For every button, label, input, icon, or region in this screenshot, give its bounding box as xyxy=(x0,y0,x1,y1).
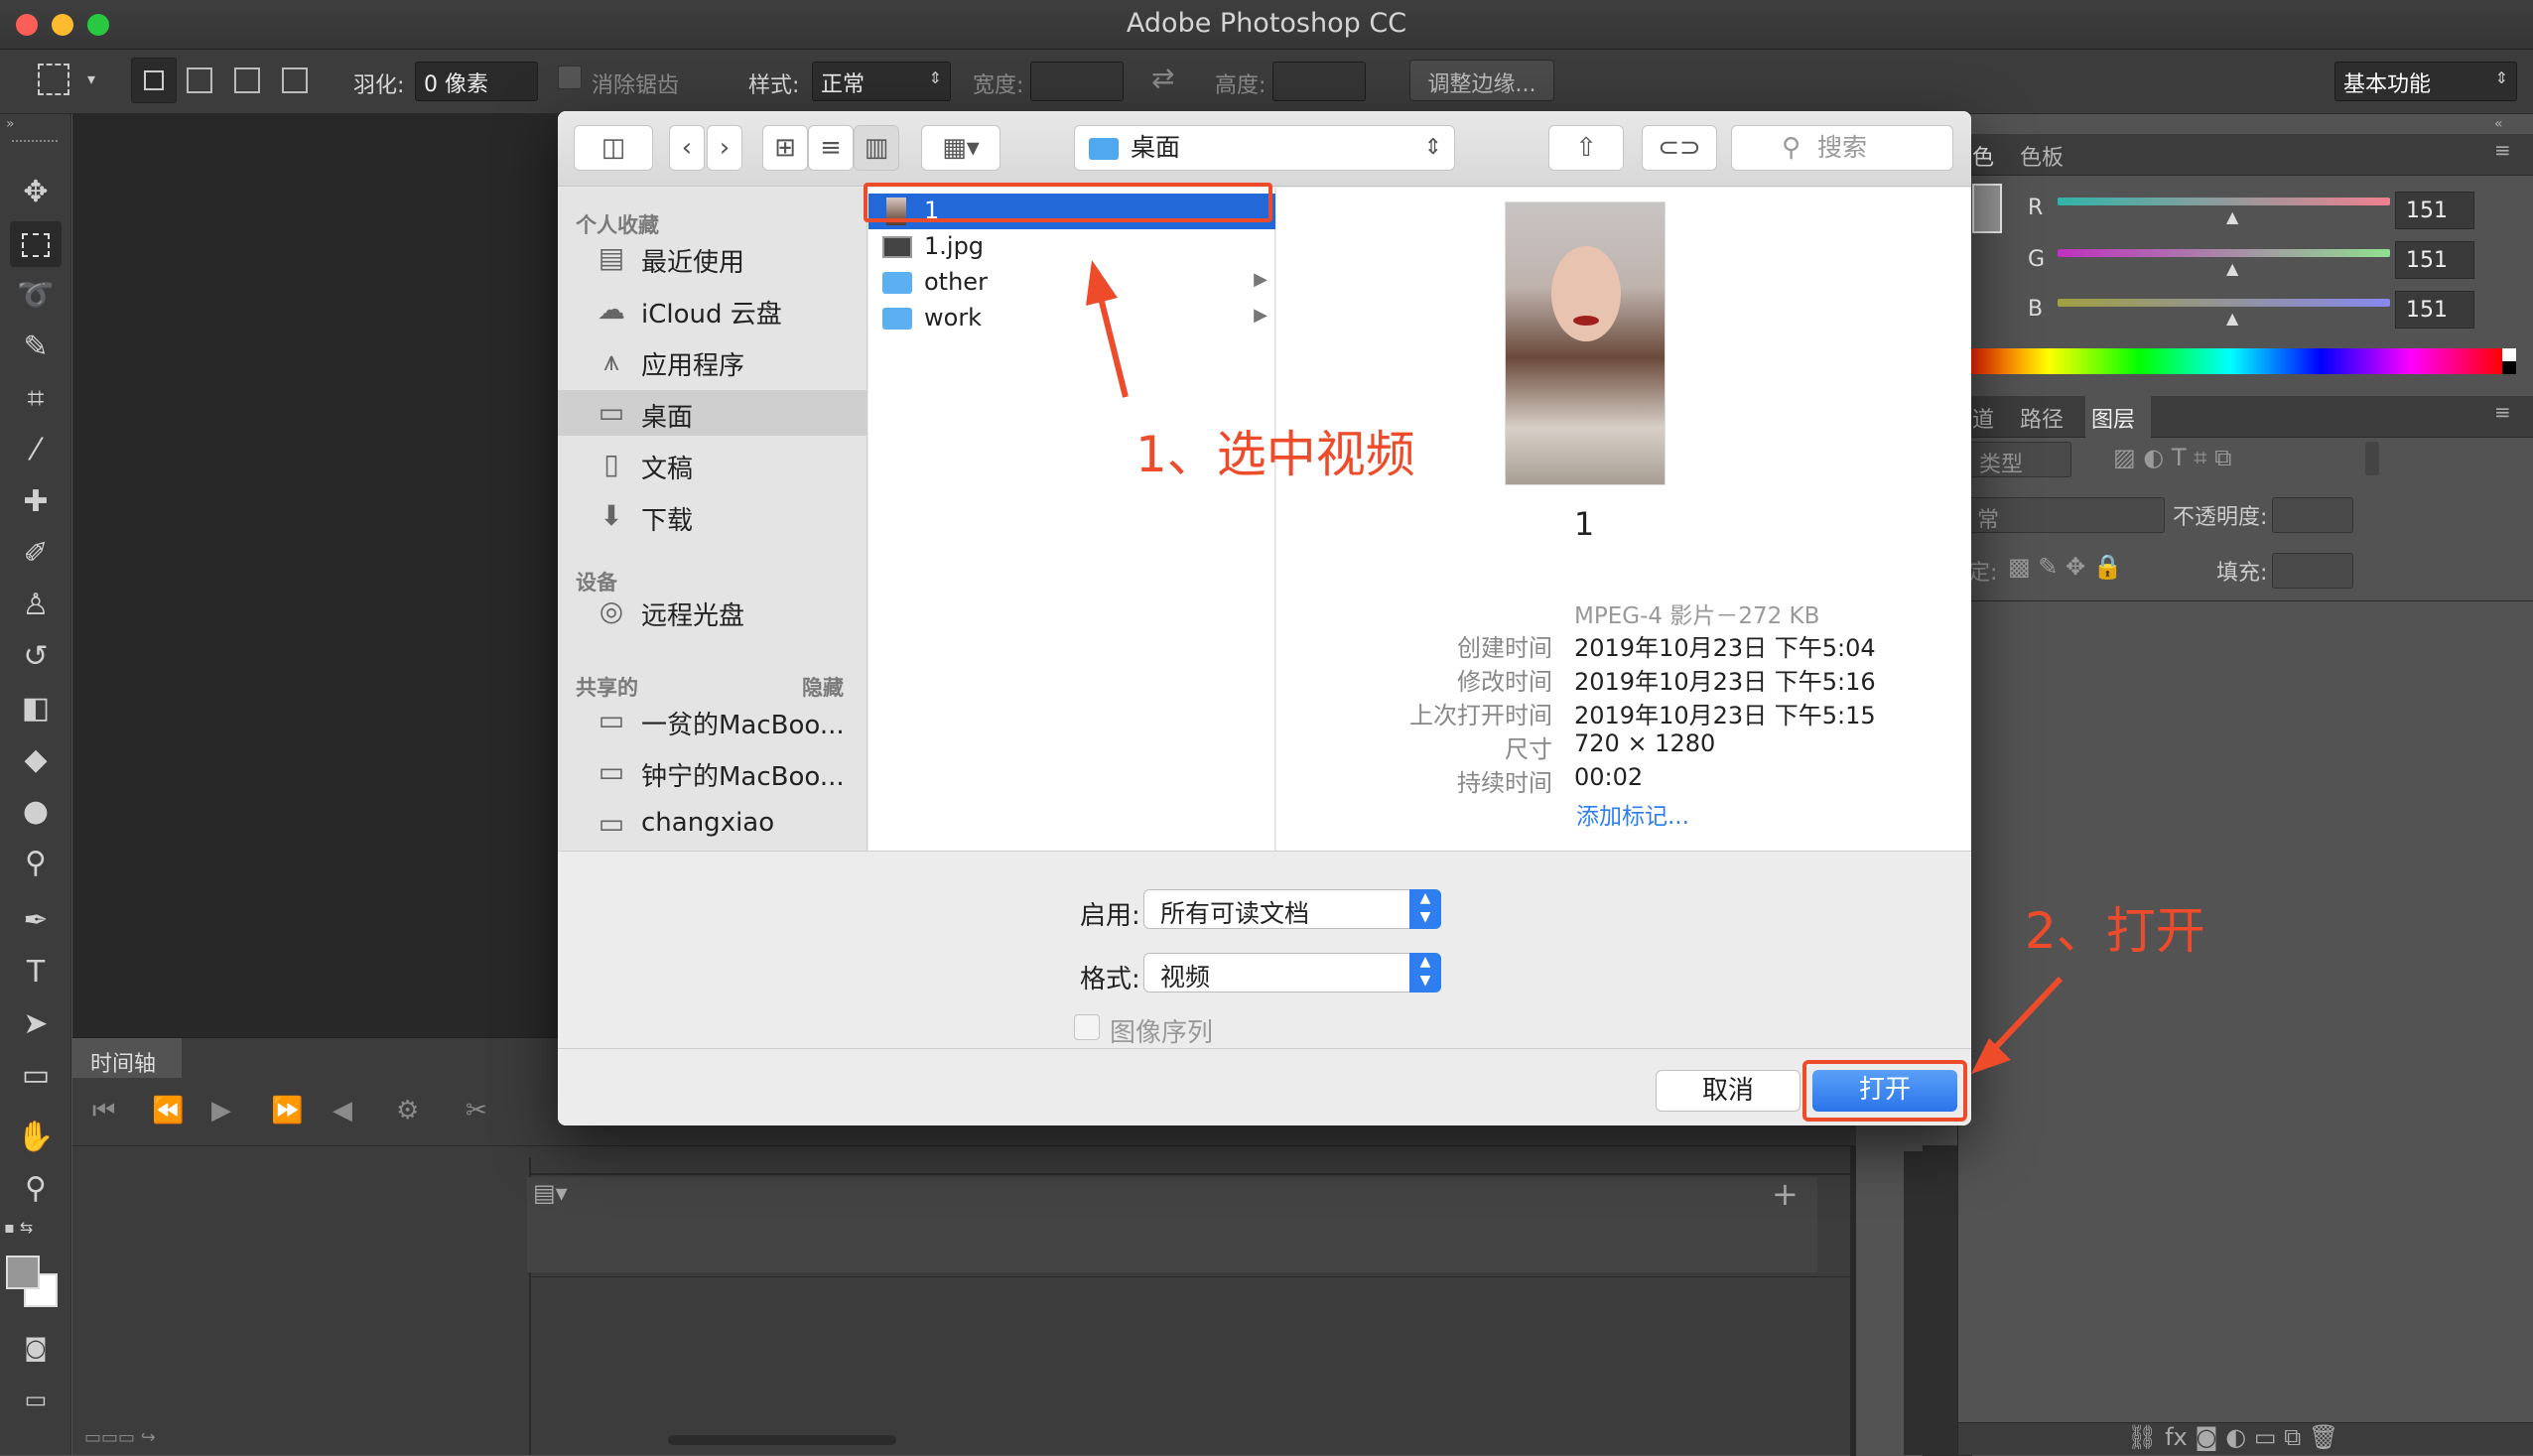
foreground-color-swatch[interactable] xyxy=(6,1256,40,1289)
annotation-arrows xyxy=(1086,260,2064,1074)
arrow-head-1 xyxy=(1086,260,1118,306)
annotation-step1: 1、选中视频 xyxy=(1135,426,1415,483)
arrow-head-2 xyxy=(1971,1038,2011,1074)
annotation-step2: 2、打开 xyxy=(2025,902,2205,960)
arrow-line-2 xyxy=(1990,976,2064,1053)
arrow-line-1 xyxy=(1097,293,1129,398)
